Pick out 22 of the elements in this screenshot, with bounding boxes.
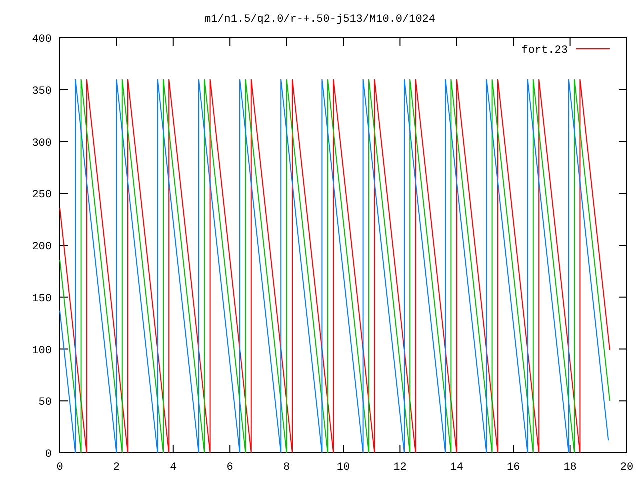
chart-title: m1/n1.5/q2.0/r-+.50-j513/M10.0/1024	[204, 14, 436, 26]
axis-tick-label: 16	[507, 462, 520, 474]
axis-tick-label: 4	[170, 462, 177, 474]
axis-tick-label: 20	[620, 462, 634, 474]
axis-tick-label: 150	[32, 293, 52, 306]
axis-tick-label: 2	[113, 462, 120, 474]
axis-tick-label: 100	[32, 345, 52, 358]
legend-label: fort.23	[522, 45, 568, 57]
axis-tick-label: 12	[394, 462, 407, 474]
axis-tick-label: 18	[564, 462, 577, 474]
axis-tick-label: 0	[56, 462, 64, 474]
axis-tick-label: 50	[38, 397, 52, 410]
axis-tick-label: 200	[32, 242, 52, 254]
axis-tick-label: 350	[32, 86, 52, 98]
axis-tick-label: 300	[32, 138, 52, 150]
axis-tick-label: 400	[32, 34, 52, 46]
axis-tick-label: 14	[450, 462, 464, 474]
axis-tick-label: 10	[336, 462, 350, 474]
axis-tick-label: 0	[45, 449, 52, 461]
axis-tick-label: 8	[284, 462, 290, 474]
axis-tick-label: 6	[226, 462, 234, 474]
axis-tick-label: 250	[32, 190, 52, 202]
